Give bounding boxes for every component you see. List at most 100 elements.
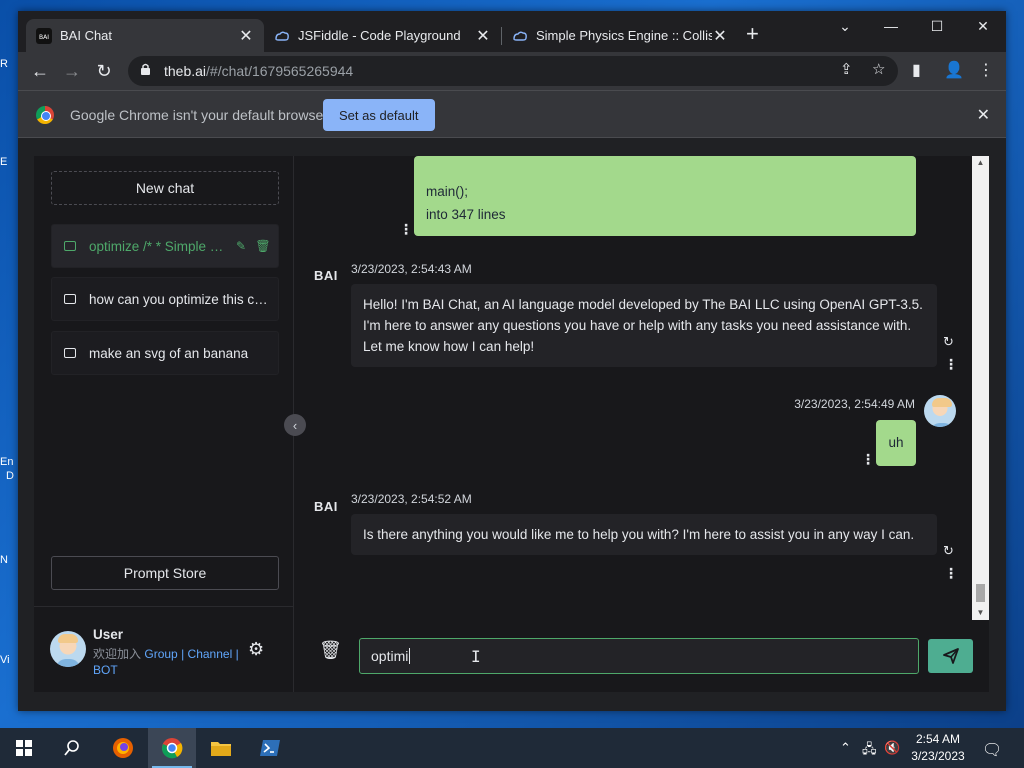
desktop-icon-label: En [0, 456, 14, 468]
sidebar-chat-item[interactable]: how can you optimize this code [51, 277, 279, 321]
search-icon[interactable] [48, 728, 96, 768]
tab-close-icon[interactable]: ✕ [712, 26, 728, 46]
maximize-icon[interactable]: ☐ [914, 11, 960, 41]
user-subtitle: 欢迎加入 Group | Channel | BOT [93, 646, 243, 678]
tray-chevron-up-icon[interactable]: ⌃ [840, 740, 851, 756]
send-plane-icon [942, 648, 959, 664]
volume-muted-icon[interactable]: 🔇 [884, 740, 900, 756]
message-menu-icon[interactable]: ⋮ [944, 566, 958, 580]
bot-link[interactable]: BOT [93, 663, 118, 677]
user-avatar [924, 395, 956, 427]
chat-item-label: make an svg of an banana [89, 345, 249, 361]
user-message-bubble: uh [876, 420, 916, 466]
share-icon[interactable]: ⇪ [840, 60, 853, 78]
message-menu-icon[interactable]: ⋮ [399, 222, 413, 236]
regenerate-icon[interactable]: ↻ [943, 543, 954, 559]
new-tab-plus-icon[interactable]: + [746, 23, 759, 45]
address-bar[interactable]: theb.ai/#/chat/1679565265944 [128, 56, 898, 86]
chat-bubble-icon [64, 348, 76, 358]
user-panel: User 欢迎加入 Group | Channel | BOT ⚙ [34, 606, 294, 692]
url-host: theb.ai [164, 63, 207, 79]
firefox-icon[interactable] [99, 728, 147, 768]
scroll-down-arrow-icon[interactable]: ▼ [972, 606, 989, 620]
bai-chat-app: New chat optimize /* * Simple Physics En… [34, 156, 989, 692]
chat-item-label: how can you optimize this code [89, 291, 277, 307]
send-button[interactable] [928, 639, 973, 673]
forward-arrow-icon[interactable]: → [58, 57, 86, 85]
chrome-taskbar-icon[interactable] [148, 728, 196, 768]
tab-close-icon[interactable]: ✕ [475, 26, 491, 46]
message-timestamp: 3/23/2023, 2:54:52 AM [351, 492, 472, 506]
message-input-value: optimi [371, 648, 409, 664]
menu-kebab-icon[interactable]: ⋮ [978, 60, 994, 80]
scrollbar-thumb[interactable] [976, 584, 985, 602]
message-input[interactable]: optimi [359, 638, 919, 674]
prompt-store-button[interactable]: Prompt Store [51, 556, 279, 590]
svg-text:BAI: BAI [39, 34, 49, 41]
desktop-icon-label: Vi [0, 654, 10, 666]
taskbar-clock[interactable]: 2:54 AM 3/23/2023 [906, 731, 970, 765]
set-default-button[interactable]: Set as default [323, 99, 435, 131]
jsfiddle-favicon-icon [512, 28, 528, 44]
message-line: into 347 lines [426, 207, 506, 222]
notifications-icon[interactable]: 🗨 [982, 740, 1002, 760]
scroll-up-arrow-icon[interactable]: ▲ [972, 156, 989, 170]
composer: 🗑 optimi I [295, 620, 989, 692]
profile-icon[interactable]: 👤 [944, 60, 964, 80]
desktop-icon-label: N [0, 554, 8, 566]
desktop-icon-label: E [0, 156, 8, 168]
start-windows-icon[interactable] [0, 728, 48, 768]
tab-title: Simple Physics Engine :: Collision [536, 28, 712, 43]
chat-main: main(); into 347 lines ⋮ BAI 3/23/2023, … [295, 156, 989, 692]
sidebar: New chat optimize /* * Simple Physics En… [34, 156, 294, 692]
browser-toolbar: ← → ↻ theb.ai/#/chat/1679565265944 ⇪ ☆ ▮… [18, 52, 1006, 90]
message-timestamp: 3/23/2023, 2:54:43 AM [351, 262, 472, 276]
tab-close-icon[interactable]: ✕ [238, 26, 254, 46]
message-menu-icon[interactable]: ⋮ [944, 357, 958, 371]
ai-message-bubble: Is there anything you would like me to h… [351, 514, 937, 555]
bookmark-star-icon[interactable]: ☆ [872, 60, 885, 78]
message-scrollbar[interactable]: ▲ ▼ [972, 156, 989, 620]
settings-gear-icon[interactable]: ⚙ [248, 639, 264, 660]
powershell-icon[interactable] [246, 728, 294, 768]
clear-chat-trash-icon[interactable]: 🗑 [319, 640, 342, 661]
regenerate-icon[interactable]: ↻ [943, 334, 954, 350]
text-caret [409, 648, 411, 664]
minimize-icon[interactable]: — [868, 11, 914, 41]
back-arrow-icon[interactable]: ← [26, 57, 54, 85]
user-name: User [93, 627, 124, 642]
bai-logo: BAI [314, 499, 338, 514]
chat-bubble-icon [64, 241, 76, 251]
user-avatar[interactable] [50, 631, 86, 667]
ibeam-cursor-icon: I [471, 647, 481, 666]
new-chat-button[interactable]: New chat [51, 171, 279, 205]
message-menu-icon[interactable]: ⋮ [861, 452, 875, 466]
message-line: main(); [426, 184, 469, 199]
sidebar-chat-item[interactable]: optimize /* * Simple Physics Engine ✎ 🗑 [51, 224, 279, 268]
tab-jsfiddle[interactable]: JSFiddle - Code Playground ✕ [264, 19, 501, 52]
page-content: New chat optimize /* * Simple Physics En… [18, 139, 1006, 711]
lock-icon [140, 63, 154, 79]
delete-trash-icon[interactable]: 🗑 [252, 239, 274, 253]
sidebar-chat-item[interactable]: make an svg of an banana [51, 331, 279, 375]
ai-message-bubble: Hello! I'm BAI Chat, an AI language mode… [351, 284, 937, 367]
tab-search-chevron-icon[interactable]: ⌄ [822, 11, 868, 41]
clock-time: 2:54 AM [915, 732, 961, 746]
reload-icon[interactable]: ↻ [90, 57, 118, 85]
edit-pencil-icon[interactable]: ✎ [230, 239, 252, 253]
tab-physics-engine[interactable]: Simple Physics Engine :: Collision ✕ [502, 19, 738, 52]
browser-window: BAI BAI Chat ✕ JSFiddle - Code Playgroun… [18, 11, 1006, 711]
channel-link[interactable]: Channel [188, 647, 233, 661]
chrome-logo-icon [36, 106, 54, 124]
message-list: main(); into 347 lines ⋮ BAI 3/23/2023, … [295, 156, 989, 620]
tab-bai-chat[interactable]: BAI BAI Chat ✕ [26, 19, 264, 52]
side-panel-icon[interactable]: ▮ [912, 60, 921, 80]
network-icon[interactable]: 🖧 [862, 740, 877, 762]
file-explorer-icon[interactable] [197, 728, 245, 768]
tab-title: JSFiddle - Code Playground [298, 28, 461, 43]
desktop-icon-label: R [0, 58, 8, 70]
group-link[interactable]: Group [144, 647, 177, 661]
clock-date: 3/23/2023 [911, 749, 965, 763]
close-window-icon[interactable]: ✕ [960, 11, 1006, 41]
infobar-close-icon[interactable]: ✕ [977, 105, 990, 125]
